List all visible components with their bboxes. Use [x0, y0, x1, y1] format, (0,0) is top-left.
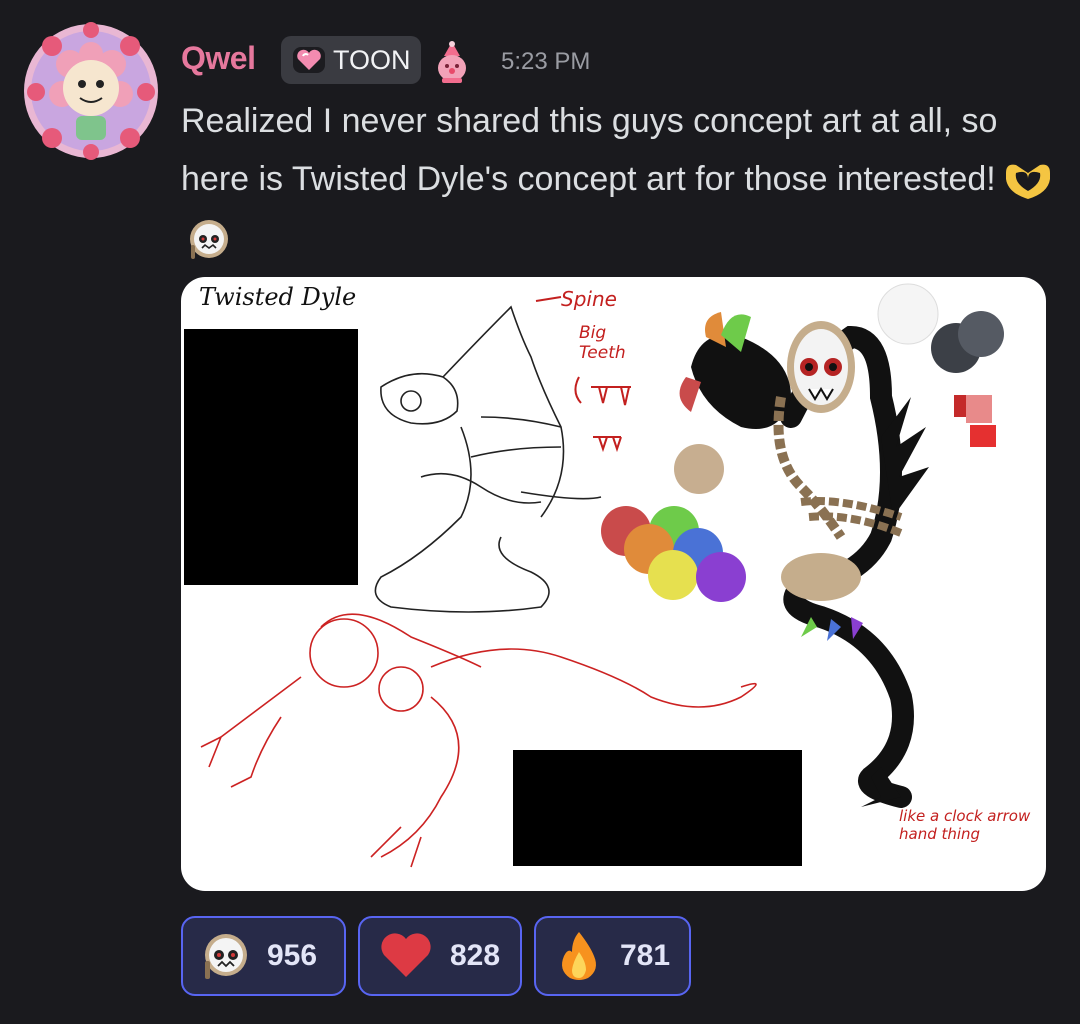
clock-mask-icon [205, 934, 247, 979]
reaction-bar: 956 828 781 [181, 916, 691, 996]
clown-role-icon[interactable] [430, 40, 474, 84]
pink-heart-icon [293, 47, 325, 73]
reaction-fire[interactable]: 781 [534, 916, 691, 996]
heart-hands-emoji [1002, 159, 1054, 203]
heart-icon [381, 933, 431, 977]
reaction-heart[interactable]: 828 [358, 916, 522, 996]
reaction-clock-mask[interactable]: 956 [181, 916, 346, 996]
redacted-block-left [184, 329, 358, 585]
reaction-count: 828 [450, 939, 501, 972]
annotation-tail-note: like a clock arrow hand thing [899, 807, 1031, 843]
username[interactable]: Qwel [181, 40, 256, 77]
message-text: Realized I never shared this guys concep… [181, 102, 998, 198]
reaction-count: 781 [620, 939, 671, 972]
tag-label: TOON [333, 44, 411, 75]
annotation-big-teeth: Big Teeth [579, 323, 626, 363]
reaction-count: 956 [267, 939, 318, 972]
clock-mask-emoji [187, 217, 239, 261]
server-tag[interactable]: TOON [281, 36, 421, 84]
timestamp: 5:23 PM [501, 48, 591, 75]
annotation-spine: Spine [561, 287, 617, 311]
fire-icon [562, 932, 596, 980]
art-title: Twisted Dyle [199, 283, 357, 311]
message-body: Realized I never shared this guys concep… [181, 92, 1061, 266]
redacted-block-bottom [513, 750, 802, 866]
concept-art-image[interactable]: Twisted Dyle Spine Big Teeth like a cloc… [181, 277, 1046, 891]
user-avatar[interactable] [22, 22, 160, 160]
